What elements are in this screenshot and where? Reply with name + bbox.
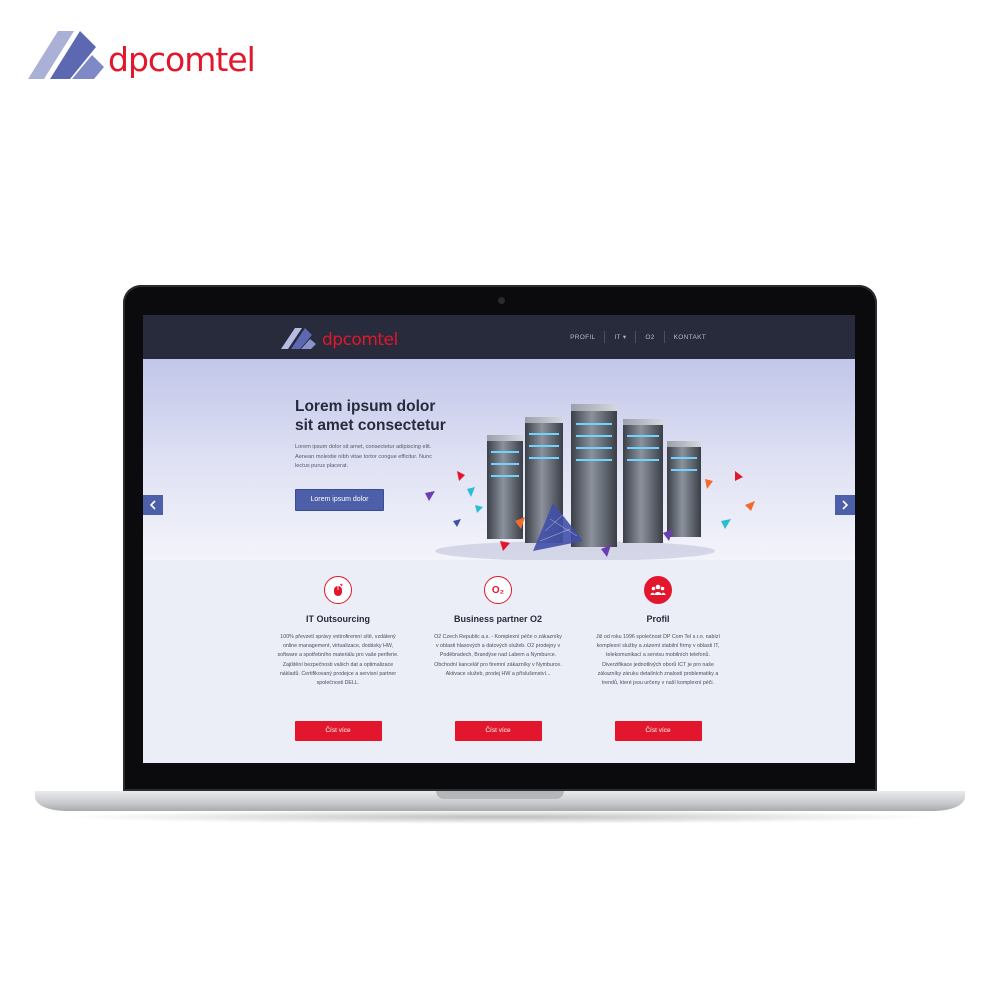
site-nav: PROFIL IT ▾ O2 KONTAKT [561, 315, 715, 359]
nav-item-profil[interactable]: PROFIL [561, 334, 604, 341]
features-section: IT Outsourcing 100% převzetí správy vnit… [143, 560, 855, 763]
nav-item-it[interactable]: IT ▾ [605, 333, 635, 341]
read-more-button[interactable]: Číst více [454, 721, 542, 741]
hero-slider: Lorem ipsum dolor sit amet consectetur L… [143, 359, 855, 561]
brand-mark-icon [28, 31, 104, 79]
feature-business-partner-o2: O₂ Business partner O2 O2 Czech Republic… [433, 576, 563, 741]
feature-text: Již od roku 1996 společnost DP Com Tel s… [595, 634, 721, 687]
o2-icon: O₂ [491, 584, 505, 596]
hero-cta-button[interactable]: Lorem ipsum dolor [295, 489, 384, 511]
feature-it-outsourcing: IT Outsourcing 100% převzetí správy vnit… [273, 576, 403, 741]
server-tower [623, 419, 663, 543]
laptop-screen: dpcomtel PROFIL IT ▾ O2 KONTAKT Lorem ip… [143, 315, 855, 763]
site-logo[interactable]: dpcomtel [281, 326, 398, 350]
feature-icon-circle [644, 576, 672, 604]
feature-icon-circle: O₂ [484, 576, 512, 604]
slider-next-button[interactable] [835, 495, 855, 515]
laptop-shadow [60, 810, 940, 824]
server-tower [571, 404, 617, 547]
nav-item-o2[interactable]: O2 [636, 334, 663, 341]
feature-title: Profil [646, 614, 670, 624]
servers-illustration [425, 404, 755, 561]
brand-logo: dpcomtel [28, 28, 256, 80]
site-logo-mark-icon [281, 328, 316, 349]
read-more-button[interactable]: Číst více [614, 721, 702, 741]
site-logo-text: dpcomtel [322, 330, 398, 350]
feature-text: O2 Czech Republic a.s. - Komplexní péče … [434, 634, 562, 677]
camera-icon [498, 297, 505, 304]
feature-text: 100% převzetí správy vnitrofiremní sítě,… [277, 634, 399, 687]
people-icon [650, 584, 666, 595]
feature-profil: Profil Již od roku 1996 společnost DP Co… [593, 576, 723, 741]
chevron-right-icon [842, 500, 849, 510]
server-tower [667, 441, 701, 537]
site-header: dpcomtel PROFIL IT ▾ O2 KONTAKT [143, 315, 855, 359]
feature-title: IT Outsourcing [306, 614, 370, 624]
nav-item-kontakt[interactable]: KONTAKT [665, 334, 715, 341]
chevron-left-icon [149, 500, 156, 510]
slider-prev-button[interactable] [143, 495, 163, 515]
laptop-notch [436, 791, 564, 799]
brand-wordmark: dpcomtel [108, 39, 256, 79]
read-more-button[interactable]: Číst více [294, 721, 382, 741]
mouse-icon [334, 583, 343, 596]
feature-icon-circle [324, 576, 352, 604]
feature-title: Business partner O2 [453, 614, 543, 624]
